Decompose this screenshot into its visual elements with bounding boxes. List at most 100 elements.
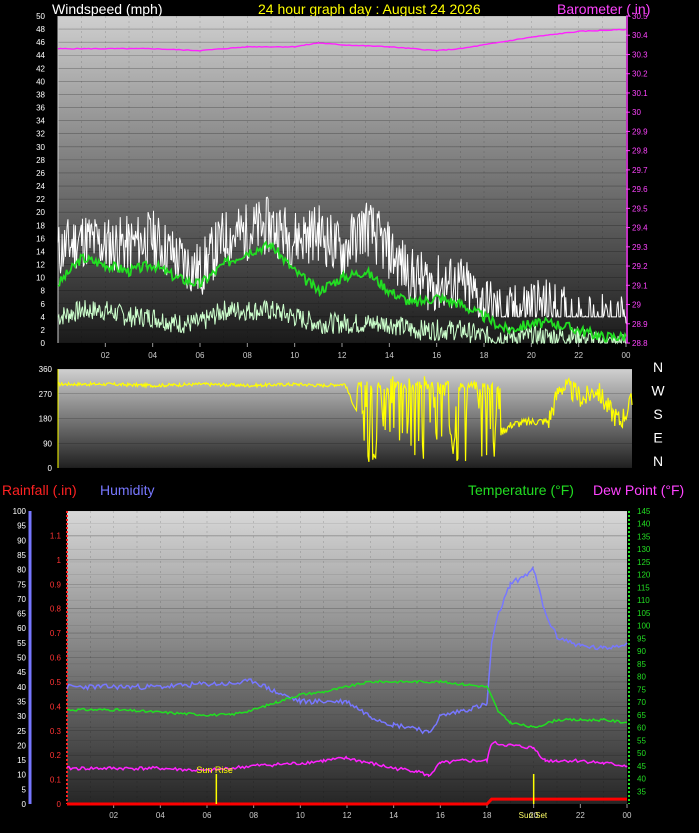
compass-label-n: N	[653, 453, 663, 469]
wind-x-tick-label: 02	[101, 351, 110, 360]
humidity-tick-label: 75	[17, 580, 26, 589]
wind-x-tick-label: 00	[622, 351, 631, 360]
wind-x-tick-label: 04	[148, 351, 157, 360]
wind-x-tick-label: 22	[574, 351, 583, 360]
temperature-tick-label: 90	[637, 647, 646, 656]
rain-humidity-temp-chart: 0510152025303540455055606570758085909510…	[13, 507, 651, 820]
windspeed-tick-label: 50	[36, 12, 45, 21]
wind-x-tick-label: 14	[385, 351, 394, 360]
sunrise-label: Sun Rise	[196, 765, 233, 775]
wind-x-tick-label: 16	[432, 351, 441, 360]
windspeed-tick-label: 6	[41, 300, 46, 309]
bottom-x-tick-label: 16	[436, 811, 445, 820]
windspeed-tick-label: 42	[36, 64, 45, 73]
barometer-tick-label: 30.3	[632, 50, 648, 59]
dewpoint-axis-label: Dew Point (°F)	[593, 482, 684, 498]
windspeed-tick-label: 30	[36, 143, 45, 152]
bottom-x-tick-label: 08	[249, 811, 258, 820]
bottom-x-tick-label: 22	[576, 811, 585, 820]
barometer-ticks: 28.8 28.9 29 29.1 29.2 29.3 29.4 29.5 29.6 29.7 29…	[626, 12, 648, 348]
direction-tick-label: 0	[48, 464, 53, 473]
rainfall-tick-label: 0.2	[50, 751, 62, 760]
temperature-tick-label: 145	[637, 507, 651, 516]
temperature-tick-label: 125	[637, 558, 651, 567]
rainfall-tick-label: 0.6	[50, 654, 62, 663]
compass-label-w: W	[651, 383, 665, 399]
temperature-tick-label: 85	[637, 660, 646, 669]
temperature-tick-label: 35	[637, 787, 646, 796]
temperature-tick-label: 120	[637, 571, 651, 580]
bottom-x-tick-label: 04	[156, 811, 165, 820]
temperature-tick-label: 95	[637, 634, 646, 643]
rainfall-tick-label: 0.7	[50, 629, 62, 638]
temperature-tick-label: 40	[637, 775, 646, 784]
temperature-tick-label: 80	[637, 673, 646, 682]
windspeed-tick-label: 48	[36, 25, 45, 34]
humidity-tick-label: 15	[17, 756, 26, 765]
rainfall-tick-label: 0	[57, 800, 62, 809]
windspeed-tick-label: 44	[36, 51, 45, 60]
humidity-tick-label: 90	[17, 536, 26, 545]
wind-x-tick-label: 08	[243, 351, 252, 360]
wind-x-ticks: 02 04 06 08 10 12 14 16 18 20 22 00	[101, 343, 631, 360]
windspeed-tick-label: 36	[36, 104, 45, 113]
barometer-tick-label: 29.6	[632, 185, 648, 194]
rainfall-tick-label: 0.3	[50, 727, 62, 736]
wind-x-tick-label: 06	[196, 351, 205, 360]
barometer-tick-label: 29	[632, 301, 641, 310]
temperature-tick-label: 140	[637, 520, 651, 529]
bottom-x-tick-label: 06	[203, 811, 212, 820]
bottom-x-tick-label: 00	[623, 811, 632, 820]
chart-title: 24 hour graph day : August 24 2026	[258, 1, 481, 17]
temperature-tick-label: 110	[637, 596, 650, 605]
humidity-tick-label: 20	[17, 741, 26, 750]
windspeed-tick-label: 18	[36, 221, 45, 230]
windspeed-tick-label: 14	[36, 247, 45, 256]
windspeed-tick-label: 24	[36, 182, 45, 191]
windspeed-tick-label: 32	[36, 130, 45, 139]
barometer-tick-label: 29.1	[632, 281, 648, 290]
direction-tick-label: 270	[39, 390, 53, 399]
windspeed-tick-label: 34	[36, 117, 45, 126]
windspeed-tick-label: 2	[41, 326, 46, 335]
barometer-tick-label: 29.9	[632, 127, 648, 136]
barometer-tick-label: 29.3	[632, 243, 648, 252]
temperature-tick-label: 135	[637, 532, 651, 541]
humidity-tick-label: 100	[13, 507, 27, 516]
temperature-tick-label: 55	[637, 736, 646, 745]
humidity-tick-label: 40	[17, 683, 26, 692]
barometer-tick-label: 28.8	[632, 339, 648, 348]
windspeed-tick-label: 38	[36, 90, 45, 99]
temperature-tick-label: 45	[637, 762, 646, 771]
barometer-tick-label: 29.7	[632, 166, 648, 175]
humidity-tick-label: 65	[17, 610, 26, 619]
compass-label-e: E	[653, 430, 662, 446]
windspeed-tick-label: 22	[36, 195, 45, 204]
windspeed-tick-label: 40	[36, 77, 45, 86]
rainfall-tick-label: 0.5	[50, 678, 62, 687]
rainfall-tick-label: 0.8	[50, 605, 62, 614]
windspeed-tick-label: 26	[36, 169, 45, 178]
rainfall-tick-label: 0.4	[50, 702, 62, 711]
bottom-x-tick-label: 14	[389, 811, 398, 820]
direction-tick-label: 180	[39, 415, 53, 424]
temperature-tick-label: 115	[637, 583, 650, 592]
windspeed-tick-label: 10	[36, 274, 45, 283]
temperature-tick-label: 130	[637, 545, 651, 554]
barometer-tick-label: 29.8	[632, 147, 648, 156]
temperature-tick-label: 70	[637, 698, 646, 707]
humidity-tick-label: 30	[17, 712, 26, 721]
windspeed-tick-label: 4	[41, 313, 46, 322]
barometer-tick-label: 30	[632, 108, 641, 117]
humidity-tick-label: 95	[17, 522, 26, 531]
bottom-x-tick-label: 12	[343, 811, 352, 820]
humidity-axis-label: Humidity	[100, 482, 154, 498]
windspeed-tick-label: 8	[41, 287, 46, 296]
direction-ticks: 0 90 180 270 360	[39, 365, 59, 473]
windspeed-tick-label: 28	[36, 156, 45, 165]
humidity-tick-label: 85	[17, 551, 26, 560]
temperature-tick-label: 75	[637, 685, 646, 694]
sunset-label: Sun Set	[519, 811, 548, 820]
windspeed-tick-label: 20	[36, 208, 45, 217]
rainfall-axis-label: Rainfall (.in)	[2, 482, 77, 498]
